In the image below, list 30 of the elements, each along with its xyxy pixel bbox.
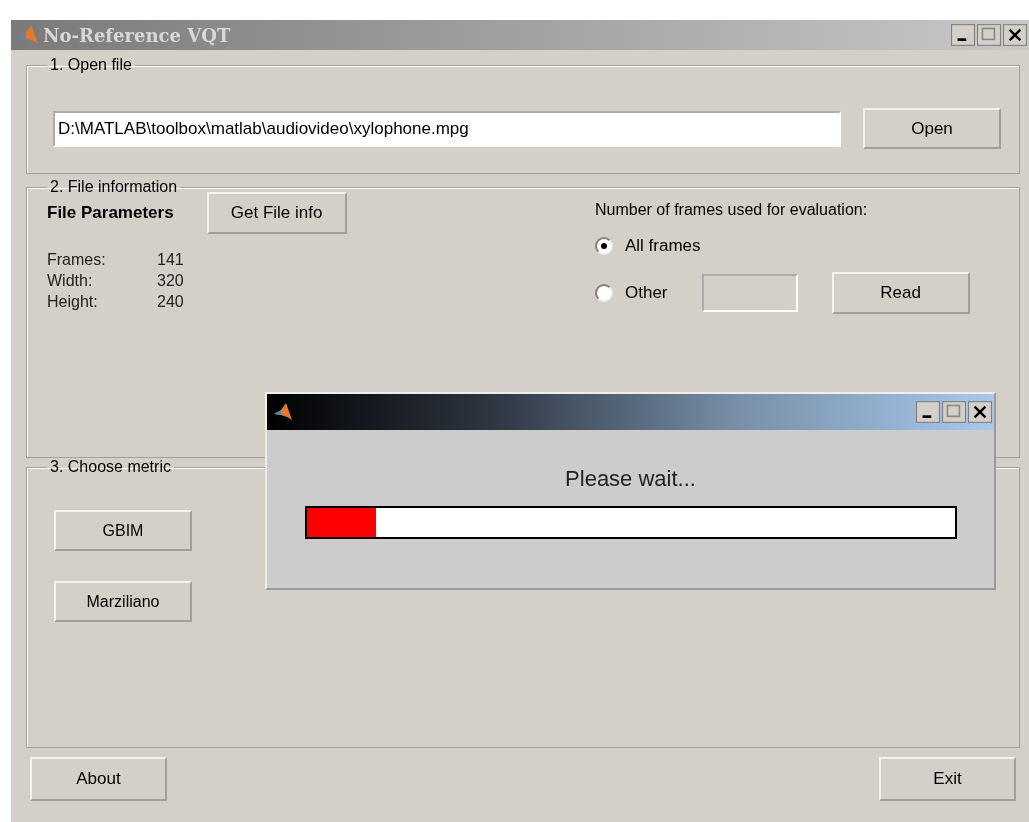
metric-button[interactable]: Marziliano xyxy=(54,581,192,622)
panel-title: 3. Choose metric xyxy=(49,458,172,476)
metric-button[interactable]: GBIM xyxy=(54,510,192,551)
frames-prompt: Number of frames used for evaluation: xyxy=(595,201,869,219)
radio-button[interactable] xyxy=(595,237,613,255)
panel-title: 1. Open file xyxy=(49,56,133,74)
parameter-value: 320 xyxy=(157,272,185,290)
close-icon[interactable] xyxy=(1003,24,1027,46)
file-parameters-heading: File Parameters xyxy=(47,203,174,223)
radio-button[interactable] xyxy=(595,284,613,302)
parameter-value: 141 xyxy=(157,251,185,269)
read-button[interactable]: Read xyxy=(831,272,970,314)
parameter-label: Frames: xyxy=(47,251,107,269)
parameter-label: Width: xyxy=(47,272,94,290)
minimize-icon[interactable] xyxy=(951,24,975,46)
parameter-label: Height: xyxy=(47,293,99,311)
radio-label[interactable]: All frames xyxy=(625,236,701,256)
dialog-button[interactable]: Exit xyxy=(879,757,1016,801)
wait-message: Please wait... xyxy=(565,466,696,492)
file-path-field[interactable]: D:\MATLAB\toolbox\matlab\audiovideo\xylophone.mpg xyxy=(53,110,841,147)
radio-label[interactable]: Other xyxy=(625,283,668,303)
parameter-value: 240 xyxy=(157,293,185,311)
get-file-info-button[interactable]: Get File info xyxy=(206,192,347,234)
frames-input-field[interactable] xyxy=(701,274,798,312)
minimize-icon[interactable] xyxy=(916,401,940,423)
window-title: No-Reference VQT xyxy=(43,24,231,46)
dialog-button[interactable]: About xyxy=(30,757,167,801)
open-button[interactable]: Open xyxy=(863,108,1001,149)
close-icon[interactable] xyxy=(968,401,992,423)
panel-title: 2. File information xyxy=(49,178,179,196)
